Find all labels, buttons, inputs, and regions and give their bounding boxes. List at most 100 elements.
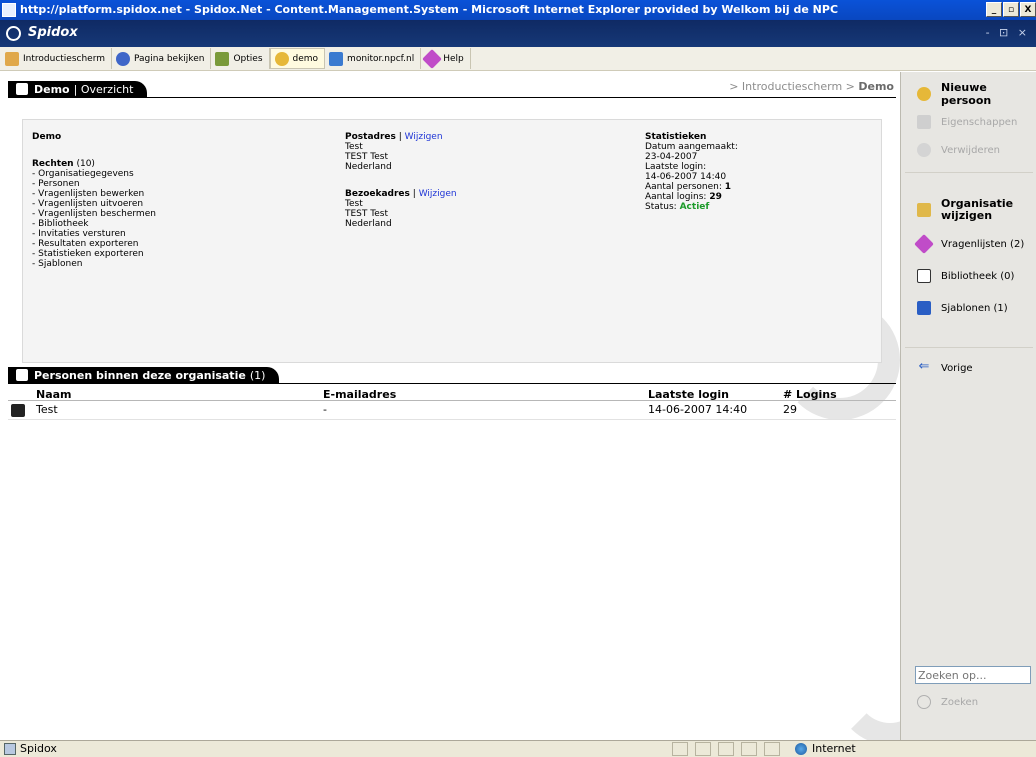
status-bar: Spidox Internet <box>0 740 1036 757</box>
breadcrumb-current: Demo <box>858 80 894 93</box>
postal-line: Nederland <box>345 162 392 172</box>
col-logins[interactable]: # Logins <box>783 388 837 401</box>
person-logins: 29 <box>783 403 797 416</box>
app-window-controls[interactable]: - ⊡ × <box>986 26 1030 39</box>
globe-icon <box>795 743 807 755</box>
status-pane <box>741 742 757 756</box>
organisation-icon <box>274 51 289 66</box>
postal-line: TEST Test <box>345 152 388 162</box>
person-name[interactable]: Test <box>36 403 58 416</box>
stats-column: Statistieken Datum aangemaakt: 23-04-200… <box>645 132 738 212</box>
col-email[interactable]: E-mailadres <box>323 388 396 401</box>
browser-title-bar: http://platform.spidox.net - Spidox.Net … <box>0 0 1036 20</box>
toolbar-demo[interactable]: demo <box>269 48 326 69</box>
action-sidebar: Nieuwe persoon Eigenschappen Verwijderen… <box>900 72 1036 740</box>
toolbar: Introductiescherm Pagina bekijken Opties… <box>0 47 1036 71</box>
rights-item: - Statistieken exporteren <box>32 249 144 259</box>
visit-line: TEST Test <box>345 209 388 219</box>
page-view-icon <box>116 51 131 66</box>
persons-count: Aantal personen: 1 <box>645 182 732 192</box>
status-pane <box>695 742 711 756</box>
org-name: Demo <box>32 132 62 142</box>
visit-line: Nederland <box>345 219 392 229</box>
rights-item: - Vragenlijsten beschermen <box>32 209 156 219</box>
minimize-button[interactable]: _ <box>986 2 1002 17</box>
maximize-button[interactable]: ▫ <box>1003 2 1019 17</box>
status: Status: Actief <box>645 202 710 212</box>
divider <box>905 347 1033 348</box>
breadcrumb: > Introductiescherm > Demo <box>729 80 894 93</box>
ie-icon <box>2 3 16 17</box>
divider <box>905 172 1033 173</box>
rights-item: - Invitaties versturen <box>32 229 126 239</box>
person-icon <box>11 404 25 417</box>
status-badge: Actief <box>679 202 710 212</box>
col-naam[interactable]: Naam <box>36 388 72 401</box>
properties-icon <box>917 115 931 129</box>
new-person-button[interactable]: Nieuwe persoon <box>901 81 1036 107</box>
divider <box>8 97 896 98</box>
spidox-logo-icon <box>6 26 21 41</box>
org-edit-button[interactable]: Organisatie wijzigen <box>901 196 1036 224</box>
table-row[interactable]: Test - 14-06-2007 14:40 29 <box>8 402 896 420</box>
organisation-overview: Demo Rechten (10) - Organisatiegegevens … <box>22 119 882 363</box>
properties-button[interactable]: Eigenschappen <box>901 112 1036 132</box>
status-pane <box>718 742 734 756</box>
arrow-left-icon: ⇐ <box>918 359 930 374</box>
persons-tab: Personen binnen deze organisatie (1) <box>8 366 280 384</box>
persons-header: Personen binnen deze organisatie (1) <box>8 366 280 384</box>
rights-item: - Organisatiegegevens <box>32 169 134 179</box>
search-button[interactable]: Zoeken <box>901 692 1036 712</box>
questionnaire-icon <box>914 234 934 254</box>
delete-button[interactable]: Verwijderen <box>901 140 1036 160</box>
close-button[interactable]: X <box>1020 2 1036 17</box>
back-button[interactable]: ⇐ Vorige <box>901 358 1036 378</box>
visit-edit-link[interactable]: Wijzigen <box>419 189 457 199</box>
templates-button[interactable]: Sjablonen (1) <box>901 298 1036 318</box>
persons-table-header: Naam E-mailadres Laatste login # Logins <box>8 387 896 401</box>
last-login-value: 14-06-2007 14:40 <box>645 172 727 182</box>
options-icon <box>215 51 230 66</box>
postal-heading: Postadres | Wijzigen <box>345 132 443 142</box>
library-icon <box>917 269 931 283</box>
search-icon <box>917 695 931 709</box>
home-icon <box>5 51 19 66</box>
toolbar-opties[interactable]: Opties <box>211 48 270 69</box>
logins-count: Aantal logins: 29 <box>645 192 722 202</box>
status-pane <box>672 742 688 756</box>
window-title: http://platform.spidox.net - Spidox.Net … <box>20 3 839 16</box>
person-last-login: 14-06-2007 14:40 <box>648 403 748 416</box>
app-header: Spidox - ⊡ × <box>0 20 1036 47</box>
postal-edit-link[interactable]: Wijzigen <box>405 132 443 142</box>
toolbar-help[interactable]: Help <box>421 48 471 69</box>
organisation-edit-icon <box>917 203 931 217</box>
delete-icon <box>917 143 931 157</box>
rights-column: Demo Rechten (10) - Organisatiegegevens … <box>32 132 156 269</box>
visit-line: Test <box>345 199 363 209</box>
visit-heading: Bezoekadres | Wijzigen <box>345 189 457 199</box>
col-last-login[interactable]: Laatste login <box>648 388 729 401</box>
toolbar-introductiescherm[interactable]: Introductiescherm <box>1 48 113 69</box>
overview-header: Demo | Overzicht <box>8 80 148 98</box>
person-add-icon <box>917 87 931 101</box>
toolbar-monitor[interactable]: monitor.npcf.nl <box>325 48 422 69</box>
library-button[interactable]: Bibliotheek (0) <box>901 266 1036 286</box>
status-text: Spidox <box>20 742 57 755</box>
persons-count: (1) <box>249 368 266 382</box>
created-label: Datum aangemaakt: <box>645 142 738 152</box>
org-title: Demo <box>34 82 70 96</box>
last-login-label: Laatste login: <box>645 162 707 172</box>
search-input[interactable] <box>915 666 1031 684</box>
rights-item: - Bibliotheek <box>32 219 89 229</box>
rights-item: - Resultaten exporteren <box>32 239 139 249</box>
app-name: Spidox <box>28 25 78 40</box>
stats-heading: Statistieken <box>645 132 707 142</box>
toolbar-pagina-bekijken[interactable]: Pagina bekijken <box>112 48 212 69</box>
rights-item: - Sjablonen <box>32 259 83 269</box>
rights-item: - Vragenlijsten bewerken <box>32 189 145 199</box>
breadcrumb-path[interactable]: > Introductiescherm > <box>729 80 855 93</box>
divider <box>8 383 896 384</box>
organisation-icon <box>16 83 28 95</box>
page-icon <box>4 743 16 755</box>
questionnaires-button[interactable]: Vragenlijsten (2) <box>901 234 1036 254</box>
